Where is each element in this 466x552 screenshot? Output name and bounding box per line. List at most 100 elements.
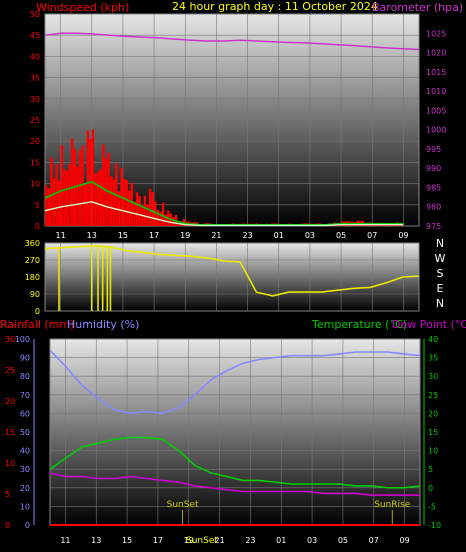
wind-bar <box>107 152 110 226</box>
wind-bar <box>91 129 95 226</box>
x-tick-label: 03 <box>307 536 317 545</box>
compass-label: W <box>435 252 446 265</box>
baro-tick-label: 980 <box>426 203 441 212</box>
temp-tick-label: 15 <box>428 428 438 437</box>
wind-bar <box>94 173 97 226</box>
x-tick-label: 17 <box>149 231 159 240</box>
rain-tick-label: 25 <box>5 366 15 375</box>
x-tick-label: 05 <box>336 231 346 240</box>
wind-bar <box>65 170 69 226</box>
x-tick-label: 21 <box>211 231 221 240</box>
x-tick-label: 17 <box>153 536 163 545</box>
wind-bar <box>55 164 58 226</box>
humidity-tick-label: 40 <box>20 447 30 456</box>
temp-tick-label: 10 <box>428 447 438 456</box>
rain-tick-label: 0 <box>5 521 10 530</box>
wind-bar <box>148 188 152 226</box>
x-tick-label: 07 <box>367 231 377 240</box>
humidity-tick-label: 80 <box>20 372 30 381</box>
compass-label: N <box>436 297 444 310</box>
x-tick-label: 09 <box>398 231 408 240</box>
baro-tick-label: 975 <box>426 222 441 231</box>
sun-label: SunSet <box>167 500 199 510</box>
wind-bar <box>122 178 126 226</box>
direction-tick-label: 270 <box>25 256 40 265</box>
wind-bar <box>138 196 141 226</box>
temp-tick-label: 25 <box>428 391 438 400</box>
temp-tick-label: 35 <box>428 354 438 363</box>
wind-bar <box>68 164 71 226</box>
temp-tick-label: 20 <box>428 409 438 418</box>
barometer-title: Barometer (hpa) <box>372 1 463 14</box>
wind-bar <box>47 188 50 226</box>
humidity-tick-label: 0 <box>25 521 30 530</box>
rain-tick-label: 5 <box>5 490 10 499</box>
wind-bar <box>76 166 79 226</box>
wind-bar <box>81 145 84 226</box>
x-tick-label: 05 <box>338 536 348 545</box>
wind-bar <box>146 204 149 226</box>
wind-bar <box>96 171 100 226</box>
wind-bar <box>156 210 160 226</box>
wind-bar <box>130 182 134 226</box>
wind-tick-label: 10 <box>30 180 40 189</box>
humidity-label: Humidity (%) <box>67 318 139 331</box>
temp-tick-label: 5 <box>428 465 433 474</box>
x-tick-label: 13 <box>87 231 97 240</box>
humidity-tick-label: 20 <box>20 484 30 493</box>
wind-bar <box>172 216 175 226</box>
wind-tick-label: 35 <box>30 74 40 83</box>
temp-tick-label: 0 <box>428 484 433 493</box>
rain-tick-label: 15 <box>5 428 15 437</box>
x-tick-label: 11 <box>55 231 65 240</box>
compass-label: S <box>437 267 444 280</box>
wind-bar <box>45 185 48 226</box>
x-tick-label: 01 <box>276 536 286 545</box>
x-tick-label: 23 <box>242 231 252 240</box>
wind-tick-label: 15 <box>30 158 40 167</box>
windspeed-title: Windspeed (kph) <box>36 1 129 14</box>
x-tick-label: 15 <box>118 231 128 240</box>
wind-tick-label: 20 <box>30 137 40 146</box>
baro-tick-label: 985 <box>426 183 441 192</box>
wind-bar <box>99 169 102 226</box>
wind-bar <box>151 191 154 226</box>
wind-bar <box>161 202 165 226</box>
rain-tick-label: 30 <box>5 335 15 344</box>
x-tick-label: 19 <box>180 231 190 240</box>
humidity-tick-label: 50 <box>20 428 30 437</box>
wind-bar <box>109 176 113 226</box>
x-tick-label: 15 <box>122 536 132 545</box>
baro-tick-label: 1020 <box>426 49 446 58</box>
baro-tick-label: 990 <box>426 164 441 173</box>
wind-tick-label: 25 <box>30 116 40 125</box>
rain-tick-label: 20 <box>5 397 15 406</box>
humidity-tick-label: 70 <box>20 391 30 400</box>
wind-bar <box>86 130 89 226</box>
x-tick-label: 01 <box>274 231 284 240</box>
x-tick-label: 09 <box>399 536 409 545</box>
wind-barometer-panel: 0510152025303540455097598098599099510001… <box>30 10 447 240</box>
rain-tick-label: 10 <box>5 459 15 468</box>
baro-tick-label: 995 <box>426 145 441 154</box>
direction-tick-label: 360 <box>25 239 40 248</box>
x-tick-label: 07 <box>369 536 379 545</box>
x-tick-label: 03 <box>305 231 315 240</box>
baro-tick-label: 1000 <box>426 126 446 135</box>
x-tick-label: 13 <box>91 536 101 545</box>
wind-bar <box>104 158 108 226</box>
wind-bar <box>70 138 74 226</box>
weather-graph: 0510152025303540455097598098599099510001… <box>0 0 466 546</box>
direction-tick-label: 90 <box>30 290 40 299</box>
wind-bar <box>135 192 139 226</box>
temp-tick-label: 40 <box>428 335 438 344</box>
wind-bar <box>83 183 87 226</box>
wind-bar <box>102 144 105 226</box>
baro-tick-label: 1025 <box>426 29 446 38</box>
graph-title: 24 hour graph day : 11 October 2024 <box>172 0 378 13</box>
wind-bar <box>50 157 53 226</box>
temp-tick-label: -5 <box>428 502 436 511</box>
wind-bar <box>60 145 63 226</box>
wind-tick-label: 45 <box>30 31 40 40</box>
humidity-tick-label: 30 <box>20 465 30 474</box>
